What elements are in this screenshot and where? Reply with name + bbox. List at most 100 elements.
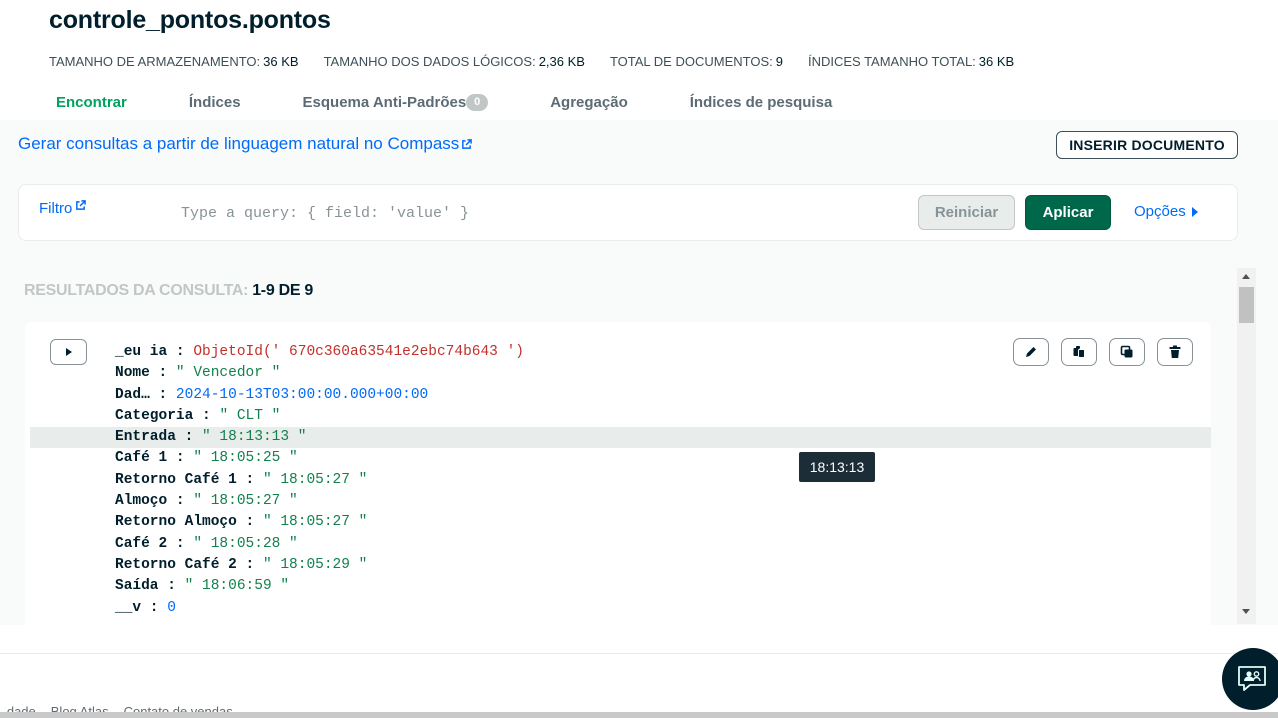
tab-aggregation[interactable]: Agregação [550, 92, 628, 112]
filter-query-input[interactable] [181, 201, 911, 225]
document-field[interactable]: _eu ia : ObjetoId(' 670c360a63541e2ebc74… [25, 342, 1211, 363]
stat-value: 2,36 KB [538, 54, 585, 69]
results-scrollbar[interactable] [1237, 268, 1256, 624]
footer-divider [0, 653, 1278, 654]
query-bar: Filtro Reiniciar Aplicar Opções [18, 184, 1238, 241]
anti-patterns-count-badge: 0 [466, 93, 489, 111]
scroll-up-arrow-icon[interactable] [1242, 274, 1250, 279]
field-key: Dad… [115, 386, 150, 403]
field-key: Retorno Almoço [115, 514, 237, 531]
external-link-icon [462, 138, 473, 149]
collection-tabs: Encontrar Índices Esquema Anti-Padrões 0 … [56, 92, 894, 112]
field-key: Entrada [115, 429, 176, 446]
results-label: RESULTADOS DA CONSULTA: [24, 282, 249, 299]
document-field[interactable]: Retorno Almoço : " 18:05:27 " [25, 512, 1211, 533]
field-value-tooltip: 18:13:13 [799, 452, 875, 482]
document-field[interactable]: Retorno Café 2 : " 18:05:29 " [25, 555, 1211, 576]
apply-button[interactable]: Aplicar [1025, 195, 1111, 230]
stat-logical-data-size: TAMANHO DOS DADOS LÓGICOS: 2,36 KB [324, 54, 585, 69]
insert-document-button[interactable]: INSERIR DOCUMENTO [1056, 131, 1238, 159]
field-separator: : [193, 407, 220, 424]
collection-header: controle_pontos.pontos TAMANHO DE ARMAZE… [0, 0, 1278, 120]
document-field[interactable]: Café 2 : " 18:05:28 " [25, 534, 1211, 555]
tab-find[interactable]: Encontrar [56, 92, 127, 112]
field-separator: : [149, 386, 176, 403]
options-label: Opções [1134, 203, 1186, 220]
scrollbar-thumb[interactable] [1239, 287, 1254, 323]
field-value: " 18:05:28 " [193, 535, 298, 552]
tab-indexes[interactable]: Índices [189, 92, 241, 112]
external-link-icon [76, 200, 87, 210]
stat-value: 9 [775, 54, 783, 69]
collection-stats: TAMANHO DE ARMAZENAMENTO: 36 KB TAMANHO D… [49, 54, 1014, 69]
filter-link[interactable]: Filtro [39, 200, 87, 217]
field-key: Almoço [115, 493, 168, 510]
stat-label: TAMANHO DE ARMAZENAMENTO: [49, 54, 261, 69]
field-key: Saída [115, 578, 159, 595]
scroll-down-arrow-icon[interactable] [1242, 609, 1250, 614]
caret-right-icon [1191, 206, 1198, 217]
field-value: ObjetoId(' 670c360a63541e2ebc74b643 ') [193, 344, 524, 360]
query-results-summary: RESULTADOS DA CONSULTA: 1-9 DE 9 [24, 282, 313, 300]
field-value: 2024-10-13T03:00:00.000+00:00 [175, 386, 429, 403]
document-card: _eu ia : ObjetoId(' 670c360a63541e2ebc74… [25, 322, 1211, 625]
field-value: " 18:05:27 " [262, 471, 368, 488]
horizontal-scrollbar[interactable] [0, 712, 1278, 718]
document-fields: _eu ia : ObjetoId(' 670c360a63541e2ebc74… [25, 342, 1211, 619]
field-value: " 18:06:59 " [184, 578, 290, 595]
field-value: " 18:05:27 " [193, 493, 298, 510]
field-separator: : [167, 493, 194, 510]
nl-link-text: Gerar consultas a partir de linguagem na… [18, 134, 460, 153]
stat-label: ÍNDICES TAMANHO TOTAL: [807, 54, 976, 69]
document-field-hovered[interactable]: Entrada : " 18:13:13 " [30, 427, 1211, 449]
help-chat-button[interactable] [1222, 648, 1278, 710]
stat-value: 36 KB [978, 54, 1015, 69]
field-separator: : [236, 471, 263, 488]
document-field[interactable]: Café 1 : " 18:05:25 " [25, 448, 1211, 469]
field-key: __v [115, 599, 142, 616]
tab-label: Esquema Anti-Padrões [302, 93, 467, 111]
field-value: " Vencedor " [175, 365, 281, 382]
field-key: Retorno Café 2 [115, 556, 237, 573]
field-value: " 18:05:27 " [262, 514, 368, 531]
field-separator: : [236, 556, 263, 573]
field-separator: : [236, 514, 263, 531]
options-toggle[interactable]: Opções [1134, 203, 1198, 220]
field-separator: : [149, 365, 176, 382]
reset-button[interactable]: Reiniciar [918, 195, 1015, 230]
tab-search-indexes[interactable]: Índices de pesquisa [690, 92, 833, 112]
field-key: Café 2 [115, 535, 168, 552]
field-value: " 18:13:13 " [202, 429, 307, 446]
stat-indexes-total-size: ÍNDICES TAMANHO TOTAL: 36 KB [808, 54, 1014, 69]
field-key: Categoria [115, 407, 194, 424]
field-value: " CLT " [219, 407, 281, 424]
chat-support-icon [1238, 666, 1266, 691]
document-field[interactable]: __v : 0 [25, 598, 1211, 619]
field-key: _eu ia [115, 344, 168, 360]
field-value: " 18:05:25 " [193, 450, 298, 467]
field-key: Retorno Café 1 [115, 471, 237, 488]
stat-label: TAMANHO DOS DADOS LÓGICOS: [323, 54, 536, 69]
field-value: " 18:05:29 " [262, 556, 368, 573]
field-separator: : [167, 344, 194, 360]
field-separator: : [141, 599, 168, 616]
documents-view: Gerar consultas a partir de linguagem na… [0, 120, 1278, 625]
field-separator: : [175, 429, 203, 446]
document-field[interactable]: Retorno Café 1 : " 18:05:27 " [25, 470, 1211, 491]
document-field[interactable]: Saída : " 18:06:59 " [25, 576, 1211, 597]
results-count: 1-9 DE 9 [252, 282, 313, 299]
field-separator: : [158, 578, 185, 595]
field-key: Nome [115, 365, 150, 382]
natural-language-query-link[interactable]: Gerar consultas a partir de linguagem na… [18, 134, 473, 154]
document-field[interactable]: Almoço : " 18:05:27 " [25, 491, 1211, 512]
document-field[interactable]: Categoria : " CLT " [25, 406, 1211, 427]
field-key: Café 1 [115, 450, 168, 467]
stat-total-documents: TOTAL DE DOCUMENTOS: 9 [610, 54, 783, 69]
document-field[interactable]: Nome : " Vencedor " [25, 363, 1211, 384]
collection-title: controle_pontos.pontos [49, 6, 331, 34]
filter-label-text: Filtro [39, 200, 73, 217]
document-field[interactable]: Dad… : 2024-10-13T03:00:00.000+00:00 [25, 385, 1211, 406]
tab-schema-anti-patterns[interactable]: Esquema Anti-Padrões 0 [303, 92, 489, 112]
field-separator: : [167, 535, 194, 552]
stat-storage-size: TAMANHO DE ARMAZENAMENTO: 36 KB [49, 54, 299, 69]
